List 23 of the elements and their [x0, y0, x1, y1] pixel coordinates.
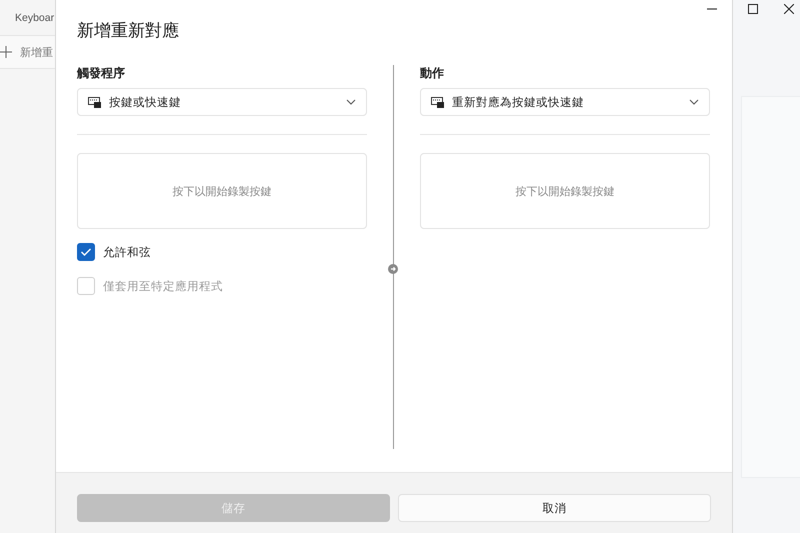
- checkbox-label: 僅套用至特定應用程式: [103, 278, 223, 294]
- dropdown[interactable]: 重新對應為按鍵或快速鍵: [420, 88, 710, 116]
- checkbox[interactable]: [77, 243, 95, 261]
- keyboard-icon: [431, 96, 444, 108]
- app-title: Keyboar: [15, 12, 54, 24]
- maximize-icon[interactable]: [748, 4, 758, 14]
- record-button[interactable]: 按下以開始錄製按鍵: [77, 153, 367, 229]
- close-icon[interactable]: [784, 4, 794, 14]
- dropdown[interactable]: 按鍵或快速鍵: [77, 88, 367, 116]
- keyboard-icon: [88, 96, 101, 108]
- minimize-icon[interactable]: [707, 8, 717, 10]
- dialog-button[interactable]: 取消: [398, 494, 711, 522]
- record-button[interactable]: 按下以開始錄製按鍵: [420, 153, 710, 229]
- check-icon: [80, 247, 92, 257]
- checkbox-label: 允許和弦: [103, 244, 151, 260]
- section-label: 觸發程序: [77, 65, 126, 82]
- plus-icon: [0, 46, 12, 58]
- section-label: 動作: [420, 65, 445, 82]
- chevron-down-icon: [346, 99, 356, 105]
- add-button[interactable]: 新增重: [0, 35, 55, 69]
- chevron-down-icon: [689, 99, 699, 105]
- dialog-title: 新增重新對應: [77, 20, 180, 43]
- arrow-icon: [388, 264, 398, 274]
